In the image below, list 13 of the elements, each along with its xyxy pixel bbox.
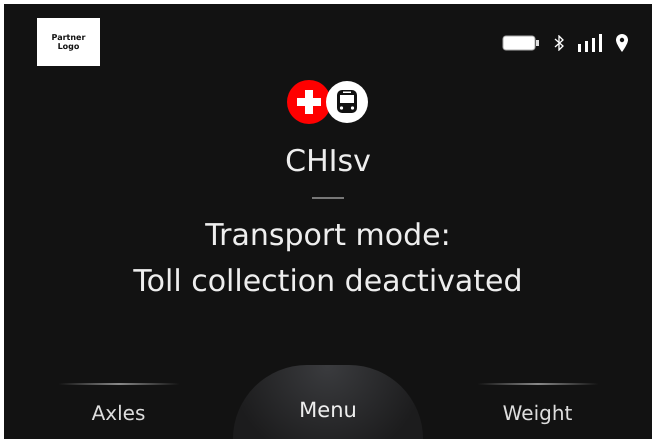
nav-button[interactable]: Weight <box>498 399 576 427</box>
swiss-flag-icon <box>287 80 331 124</box>
status-message: Toll collection deactivated <box>133 263 523 301</box>
service-name: CHIsv <box>285 144 371 179</box>
location-pin-icon <box>616 34 628 52</box>
signal-icon <box>578 34 602 52</box>
nav-button[interactable]: Axles <box>88 399 150 427</box>
battery-icon <box>502 35 540 51</box>
train-icon <box>325 80 369 124</box>
status-message: Transport mode: <box>204 217 452 255</box>
menu-button[interactable]: Menu <box>233 365 423 439</box>
bluetooth-icon <box>554 35 564 51</box>
partner-logo: Partner Logo <box>37 18 100 66</box>
